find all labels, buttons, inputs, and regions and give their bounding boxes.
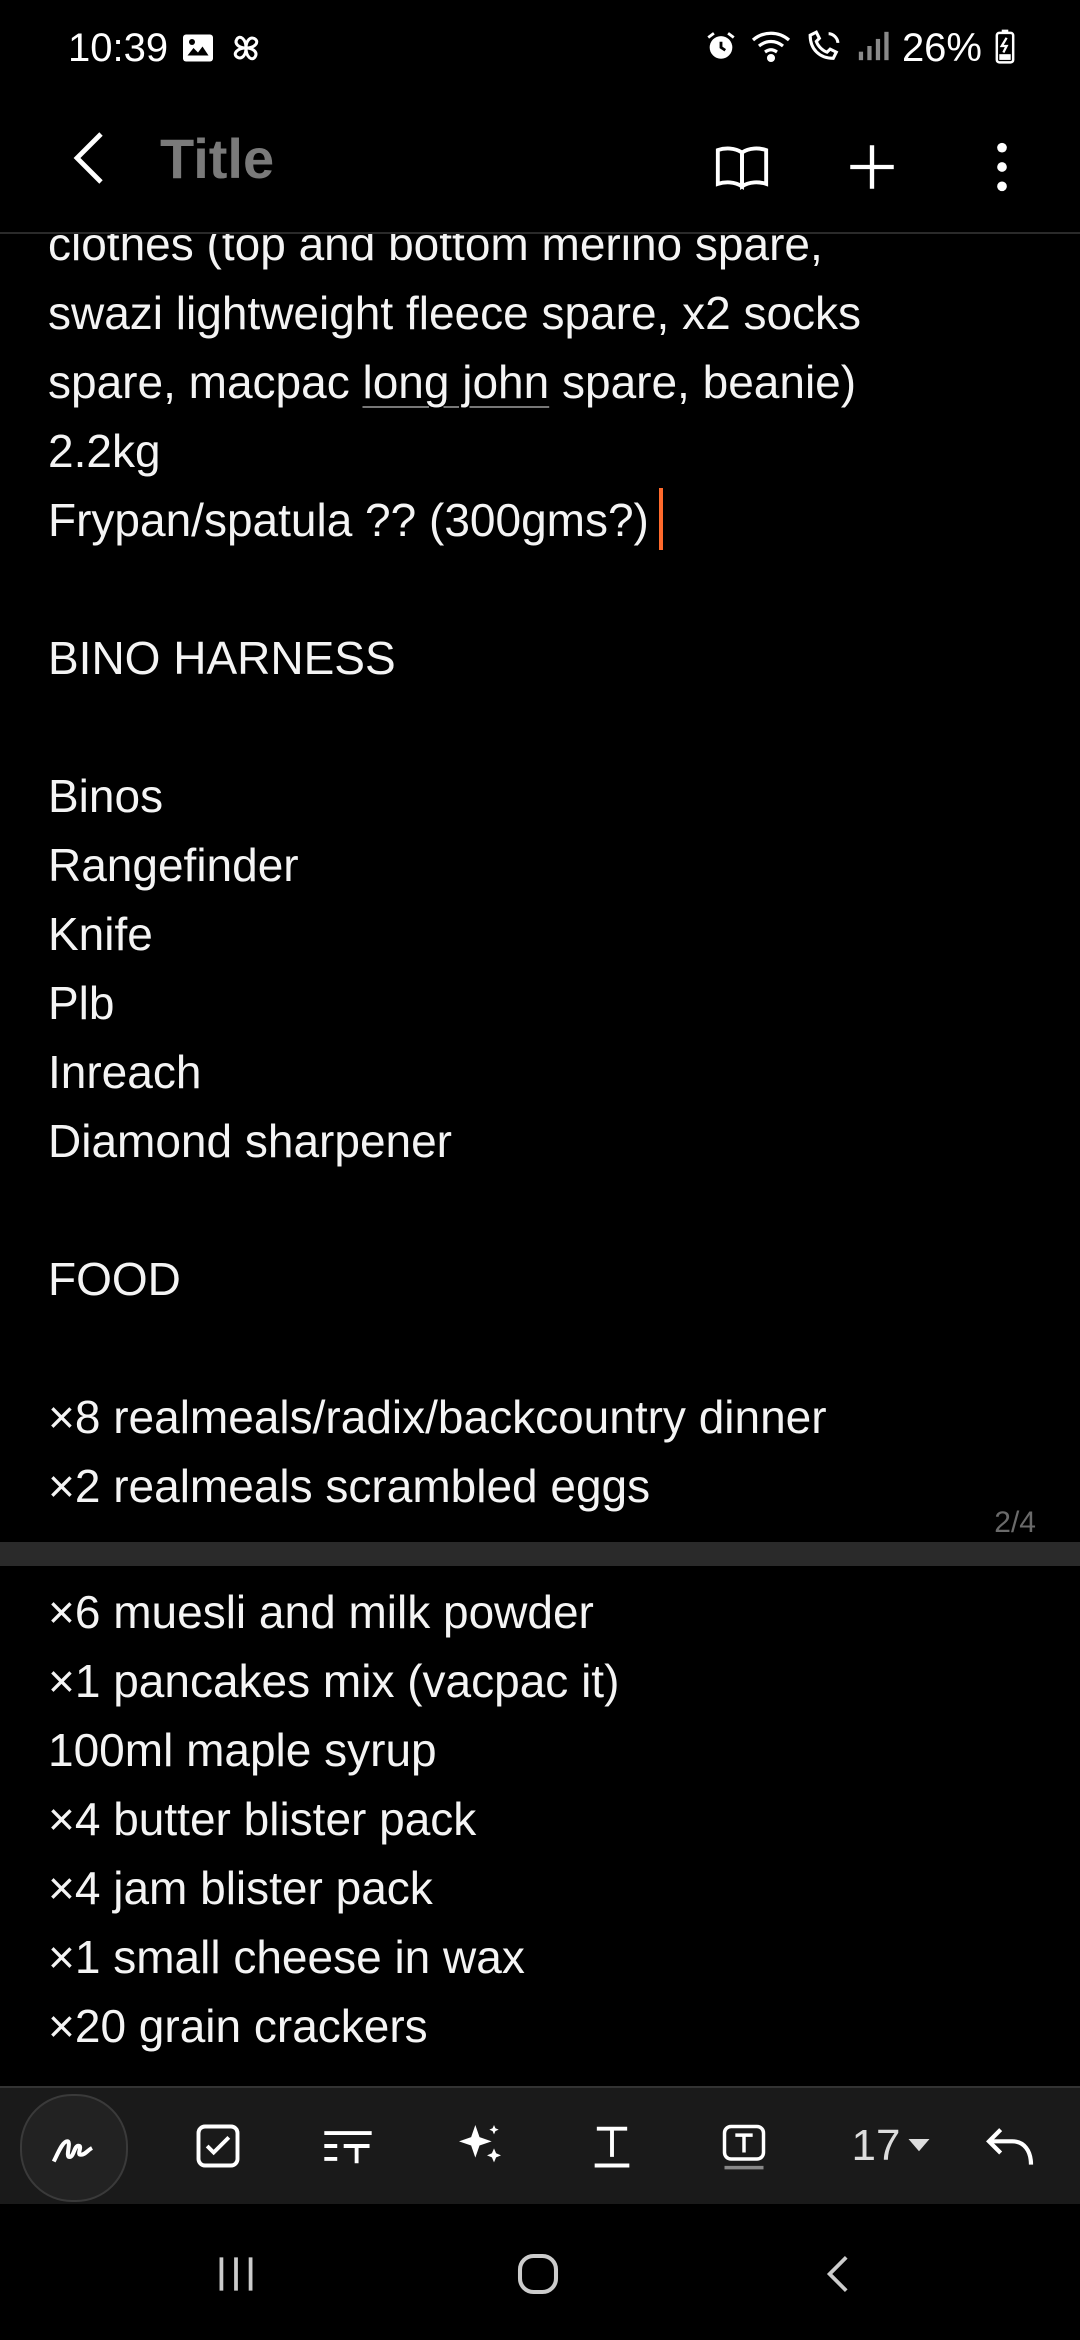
note-line-with-spell: spare, macpac long john spare, beanie) xyxy=(48,348,856,417)
wifi-icon xyxy=(750,29,792,68)
add-button[interactable] xyxy=(822,122,922,212)
note-text: spare, beanie) xyxy=(549,356,857,408)
system-nav-bar xyxy=(0,2204,1080,2340)
battery-percent: 26% xyxy=(901,26,982,70)
note-line: ×4 jam blister pack xyxy=(48,1862,433,1914)
sparkle-icon xyxy=(459,2125,501,2163)
nav-back-button[interactable] xyxy=(780,2234,900,2314)
home-icon xyxy=(517,2253,559,2295)
note-line: Diamond sharpener xyxy=(48,1115,453,1167)
note-line: clothes (top and bottom merino spare, xyxy=(48,232,823,270)
checkbox-icon xyxy=(196,2124,240,2168)
caret-down-icon xyxy=(908,2139,930,2152)
text-box-button[interactable] xyxy=(694,2096,794,2196)
more-options-button[interactable] xyxy=(952,122,1052,212)
handwriting-button[interactable] xyxy=(20,2094,128,2202)
book-icon xyxy=(715,146,769,190)
font-size-dropdown[interactable]: 17 xyxy=(826,2096,956,2196)
note-line: Knife xyxy=(48,908,153,960)
note-line: Plb xyxy=(48,977,115,1029)
note-page-2[interactable]: ×6 muesli and milk powder ×1 pancakes mi… xyxy=(0,1566,1080,2086)
undo-button[interactable] xyxy=(960,2096,1060,2196)
back-button[interactable] xyxy=(56,122,128,194)
text-underline-icon xyxy=(594,2126,630,2168)
font-size-value: 17 xyxy=(851,2121,901,2170)
note-line: Binos xyxy=(48,770,164,822)
wifi-calling-icon xyxy=(804,29,844,68)
reading-mode-button[interactable] xyxy=(692,122,792,212)
gallery-icon xyxy=(180,30,216,71)
plus-icon xyxy=(850,145,894,189)
battery-charging-icon xyxy=(994,28,1016,69)
back-arrow-icon xyxy=(73,132,103,184)
spellcheck-word[interactable]: long john xyxy=(362,356,549,408)
text-cursor xyxy=(658,488,663,550)
pinwheel-icon xyxy=(228,30,264,71)
undo-icon xyxy=(986,2128,1034,2165)
note-page-1[interactable]: clothes (top and bottom merino spare, sw… xyxy=(0,232,1080,1542)
note-line: ×1 pancakes mix (vacpac it) xyxy=(48,1655,620,1707)
note-line: ×20 grain crackers xyxy=(48,2000,428,2052)
text-box-icon xyxy=(722,2124,766,2170)
section-heading: BINO HARNESS xyxy=(48,632,396,684)
alarm-icon xyxy=(704,29,738,68)
note-line: Rangefinder xyxy=(48,839,299,891)
checklist-button[interactable] xyxy=(168,2096,268,2196)
editing-toolbar: 17 xyxy=(0,2086,1080,2206)
recents-icon xyxy=(219,2257,253,2291)
section-heading: FOOD xyxy=(48,1253,181,1305)
note-line: ×4 butter blister pack xyxy=(48,1793,477,1845)
status-bar: 10:39 26% xyxy=(0,0,1080,100)
signal-icon xyxy=(856,29,890,68)
app-bar: Title xyxy=(0,100,1080,234)
home-button[interactable] xyxy=(478,2234,598,2314)
note-line-cursor: Frypan/spatula ?? (300gms?) xyxy=(48,486,663,555)
note-line: swazi lightweight fleece spare, x2 socks xyxy=(48,287,862,339)
note-line: Inreach xyxy=(48,1046,202,1098)
status-time: 10:39 xyxy=(68,26,169,70)
note-title[interactable]: Title xyxy=(160,126,274,191)
nav-back-icon xyxy=(826,2256,848,2292)
page-separator xyxy=(0,1542,1080,1566)
recent-apps-button[interactable] xyxy=(176,2234,296,2314)
ai-assist-button[interactable] xyxy=(430,2096,530,2196)
note-line: ×2 realmeals scrambled eggs xyxy=(48,1460,651,1512)
note-line: 2.2kg xyxy=(48,425,161,477)
pen-scribble-icon xyxy=(51,2139,94,2163)
note-line: 100ml maple syrup xyxy=(48,1724,437,1776)
note-text: spare, macpac xyxy=(48,356,363,408)
text-format-button[interactable] xyxy=(562,2096,662,2196)
text-style-button[interactable] xyxy=(298,2096,398,2196)
note-text: Frypan/spatula ?? (300gms?) xyxy=(48,494,649,546)
page-indicator: 2/4 xyxy=(994,1506,1036,1539)
text-format-icon xyxy=(324,2131,372,2164)
note-line: ×6 muesli and milk powder xyxy=(48,1586,594,1638)
note-line: ×8 realmeals/radix/backcountry dinner xyxy=(48,1391,827,1443)
note-line: ×1 small cheese in wax xyxy=(48,1931,525,1983)
more-vert-icon xyxy=(997,142,1007,192)
